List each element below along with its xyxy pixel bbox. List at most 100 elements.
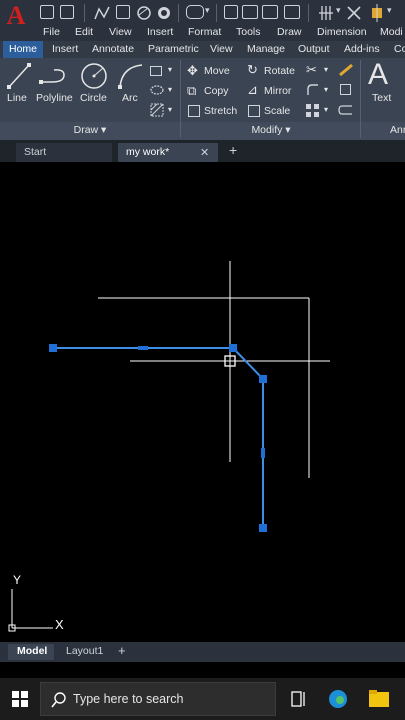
menu-edit[interactable]: Edit <box>75 26 93 38</box>
draw-panel-title[interactable]: Draw ▾ <box>0 124 180 140</box>
file-tab-start[interactable]: Start <box>16 143 112 162</box>
move-tool-label[interactable]: Move <box>204 65 230 77</box>
circle-tool-icon[interactable] <box>79 61 109 91</box>
erase-icon[interactable] <box>338 63 354 77</box>
fillet-icon[interactable] <box>306 83 320 97</box>
hatch-icon[interactable] <box>136 5 152 21</box>
annotation-panel-title[interactable]: Ann <box>390 124 405 140</box>
copy-icon[interactable]: ⧉ <box>187 83 196 99</box>
rectangle-tool-icon[interactable] <box>150 66 162 76</box>
polyline-tool-icon[interactable] <box>38 62 68 90</box>
new-tab-plus-icon[interactable]: + <box>229 142 237 158</box>
tab-view[interactable]: View <box>210 43 233 55</box>
tab-annotate[interactable]: Annotate <box>92 43 134 55</box>
array-icon[interactable] <box>305 103 321 119</box>
scale-icon[interactable] <box>248 105 260 117</box>
panel-divider <box>180 60 181 138</box>
file-tab-my-work[interactable]: my work* ✕ <box>118 143 218 162</box>
select-window-icon[interactable] <box>186 5 204 19</box>
file-tab-start-label: Start <box>24 146 47 158</box>
save-icon[interactable] <box>40 5 54 19</box>
chevron-down-icon[interactable]: ▾ <box>168 105 172 114</box>
dropdown-arrow-icon[interactable]: ▾ <box>205 5 210 16</box>
line-tool-icon[interactable] <box>6 62 32 90</box>
text-tool-label[interactable]: Text <box>372 92 391 104</box>
rotate-tool-label[interactable]: Rotate <box>264 65 295 77</box>
chevron-down-icon[interactable]: ▾ <box>324 105 328 114</box>
menu-insert[interactable]: Insert <box>147 26 173 38</box>
task-view-icon[interactable] <box>291 690 307 708</box>
dropdown-arrow-icon[interactable]: ▾ <box>336 5 341 16</box>
chevron-down-icon[interactable]: ▾ <box>324 65 328 74</box>
rotate-icon[interactable]: ↻ <box>247 62 258 78</box>
arc-tool-label[interactable]: Arc <box>122 92 138 104</box>
polyline-icon[interactable] <box>94 5 110 21</box>
offset-icon[interactable] <box>338 104 354 118</box>
tab-parametric[interactable]: Parametric <box>148 43 199 55</box>
ellipse-tool-icon[interactable] <box>150 84 164 96</box>
viewport-icon[interactable] <box>262 5 278 19</box>
selected-polyline[interactable] <box>53 347 264 528</box>
tab-add-ins[interactable]: Add-ins <box>344 43 380 55</box>
dropdown-arrow-icon[interactable]: ▾ <box>387 5 392 16</box>
rectangle-icon[interactable] <box>116 5 130 19</box>
menu-file[interactable]: File <box>43 26 60 38</box>
polyline-tool-label[interactable]: Polyline <box>36 92 73 104</box>
stretch-tool-label[interactable]: Stretch <box>204 105 237 117</box>
hatch-tool-icon[interactable] <box>150 103 164 117</box>
explode-icon[interactable] <box>340 84 351 95</box>
menu-modify[interactable]: Modi <box>380 26 403 38</box>
drawing-canvas[interactable]: Y X <box>0 162 405 642</box>
text-tool-icon[interactable]: A <box>368 58 388 92</box>
polyline-vertex-grip[interactable] <box>259 524 267 532</box>
file-tab-my-work-label: my work* <box>126 146 170 158</box>
polyline-vertex-grip[interactable] <box>259 375 267 383</box>
chevron-down-icon[interactable]: ▾ <box>324 85 328 94</box>
menu-view[interactable]: View <box>109 26 132 38</box>
polyline-midpoint-grip[interactable] <box>261 448 265 458</box>
menu-dimension[interactable]: Dimension <box>317 26 367 38</box>
add-layout-plus-icon[interactable]: + <box>118 643 126 658</box>
arc-tool-icon[interactable] <box>116 62 146 90</box>
tab-output[interactable]: Output <box>298 43 330 55</box>
mirror-icon[interactable]: ⊿ <box>247 82 258 98</box>
viewport-icon[interactable] <box>242 5 258 19</box>
circle-tool-label[interactable]: Circle <box>80 92 107 104</box>
drawing-viewport[interactable] <box>0 162 405 642</box>
chevron-down-icon[interactable]: ▾ <box>168 85 172 94</box>
isolate-icon[interactable] <box>368 4 386 22</box>
line-tool-label[interactable]: Line <box>7 92 27 104</box>
tab-collaborate[interactable]: Co <box>394 43 405 55</box>
print-icon[interactable] <box>60 5 74 19</box>
tab-manage[interactable]: Manage <box>247 43 285 55</box>
move-icon[interactable]: ✥ <box>187 63 198 79</box>
properties-icon[interactable] <box>284 5 300 19</box>
file-explorer-icon[interactable] <box>368 689 390 709</box>
edge-browser-icon[interactable] <box>327 688 349 710</box>
polyline-midpoint-grip[interactable] <box>138 346 148 350</box>
scale-tool-label[interactable]: Scale <box>264 105 290 117</box>
windows-start-icon[interactable] <box>12 691 28 707</box>
chevron-down-icon[interactable]: ▾ <box>168 65 172 74</box>
tab-home[interactable]: Home <box>3 41 44 58</box>
target-icon[interactable] <box>156 5 172 21</box>
layer-icon[interactable] <box>224 5 238 19</box>
trim-icon[interactable]: ✂ <box>306 62 317 78</box>
tab-insert[interactable]: Insert <box>52 43 78 55</box>
menu-format[interactable]: Format <box>188 26 221 38</box>
close-icon[interactable]: ✕ <box>200 146 209 159</box>
copy-tool-label[interactable]: Copy <box>204 85 229 97</box>
polyline-vertex-grip[interactable] <box>49 344 57 352</box>
menu-tools[interactable]: Tools <box>236 26 261 38</box>
menu-draw[interactable]: Draw <box>277 26 302 38</box>
layout-tab-layout1[interactable]: Layout1 <box>66 645 103 657</box>
osnap-icon[interactable] <box>346 5 362 21</box>
mirror-tool-label[interactable]: Mirror <box>264 85 291 97</box>
modify-panel-title[interactable]: Modify ▾ <box>182 124 360 140</box>
layout-tab-model[interactable]: Model <box>8 644 54 660</box>
stretch-icon[interactable] <box>188 105 200 117</box>
polyline-vertex-grip[interactable] <box>229 344 237 352</box>
grid-icon[interactable] <box>318 5 334 21</box>
toolbar-separator <box>178 4 179 22</box>
taskbar-search-box[interactable]: Type here to search <box>40 682 276 716</box>
